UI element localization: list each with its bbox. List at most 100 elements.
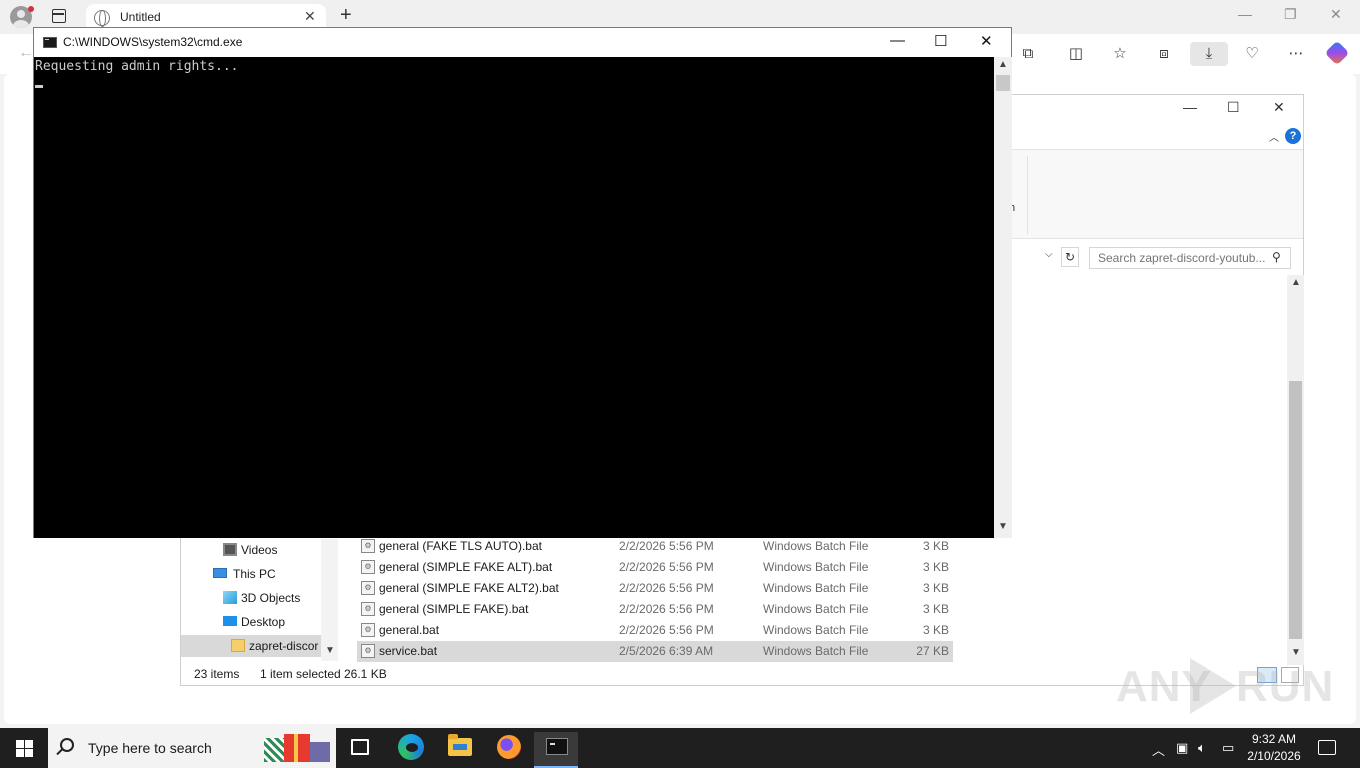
this-pc-icon bbox=[213, 568, 227, 578]
scroll-up-icon[interactable]: ▲ bbox=[1291, 277, 1301, 288]
split-screen-icon[interactable]: ◫ bbox=[1062, 42, 1090, 66]
scroll-thumb[interactable] bbox=[996, 75, 1010, 91]
nav-item-label: Videos bbox=[241, 543, 278, 557]
file-date: 2/2/2026 5:56 PM bbox=[619, 623, 714, 637]
nav-item-label: 3D Objects bbox=[241, 591, 301, 605]
cmd-console[interactable]: Requesting admin rights... bbox=[34, 57, 994, 538]
file-row-selected[interactable]: ⚙ service.bat 2/5/2026 6:39 AM Windows B… bbox=[357, 641, 953, 662]
cmd-icon bbox=[43, 37, 57, 48]
back-button[interactable]: ← bbox=[18, 44, 34, 62]
explorer-close-button[interactable]: ✕ bbox=[1273, 99, 1285, 116]
scroll-down-icon[interactable]: ▼ bbox=[325, 645, 335, 656]
watermark-right: RUN bbox=[1236, 662, 1335, 711]
favorites-icon[interactable]: ☆ bbox=[1106, 42, 1134, 66]
nav-item-videos[interactable]: Videos bbox=[181, 539, 321, 561]
videos-icon bbox=[223, 543, 237, 556]
extensions-icon[interactable]: ⧉ bbox=[1014, 42, 1042, 66]
file-row[interactable]: ⚙ general (SIMPLE FAKE ALT2).bat 2/2/202… bbox=[357, 578, 953, 599]
cmd-taskbar-icon[interactable] bbox=[546, 738, 568, 755]
taskbar-clock[interactable]: 9:32 AM 2/10/2026 bbox=[1236, 731, 1312, 765]
search-highlight-gifts-icon bbox=[262, 734, 332, 762]
file-date: 2/2/2026 5:56 PM bbox=[619, 560, 714, 574]
file-type: Windows Batch File bbox=[763, 623, 869, 637]
desktop-icon bbox=[223, 616, 237, 626]
file-type: Windows Batch File bbox=[763, 539, 869, 553]
cmd-scrollbar[interactable]: ▲ ▼ bbox=[994, 57, 1012, 538]
cmd-cursor bbox=[35, 85, 43, 88]
explorer-maximize-button[interactable]: ☐ bbox=[1227, 99, 1240, 116]
browser-essentials-icon[interactable]: ♡ bbox=[1238, 42, 1266, 66]
refresh-icon[interactable]: ↻ bbox=[1061, 247, 1079, 267]
file-type: Windows Batch File bbox=[763, 644, 869, 658]
scroll-thumb[interactable] bbox=[1289, 381, 1302, 639]
tab-actions-icon[interactable] bbox=[52, 9, 66, 23]
cmd-output: Requesting admin rights... bbox=[35, 59, 239, 74]
file-name: general.bat bbox=[379, 623, 440, 637]
collections-icon[interactable]: ⧈ bbox=[1150, 42, 1178, 66]
file-row[interactable]: ⚙ general (FAKE TLS AUTO).bat 2/2/2026 5… bbox=[357, 536, 953, 557]
cmd-minimize-button[interactable]: — bbox=[890, 32, 905, 49]
meet-now-icon[interactable]: ▣ bbox=[1176, 740, 1188, 756]
new-tab-button[interactable]: + bbox=[340, 4, 352, 27]
file-size: 3 KB bbox=[922, 602, 949, 616]
batch-file-icon: ⚙ bbox=[361, 623, 375, 637]
explorer-minimize-button[interactable]: — bbox=[1183, 99, 1197, 115]
nav-item-label: Desktop bbox=[241, 615, 286, 629]
file-explorer-taskbar-icon[interactable] bbox=[448, 734, 472, 756]
cmd-maximize-button[interactable]: ☐ bbox=[934, 32, 947, 50]
file-row[interactable]: ⚙ general (SIMPLE FAKE ALT).bat 2/2/2026… bbox=[357, 557, 953, 578]
search-icon bbox=[60, 738, 74, 752]
file-size: 3 KB bbox=[922, 581, 949, 595]
cmd-window: C:\WINDOWS\system32\cmd.exe — ☐ ✕ Reques… bbox=[33, 27, 1012, 538]
selection-count: 1 item selected bbox=[260, 667, 341, 681]
file-date: 2/5/2026 6:39 AM bbox=[619, 644, 714, 658]
chevron-up-icon[interactable]: ︿ bbox=[1152, 740, 1165, 759]
address-dropdown-icon[interactable]: ⌵ bbox=[1045, 249, 1053, 260]
windows-start-icon[interactable] bbox=[16, 740, 33, 757]
network-icon[interactable]: ▭ bbox=[1222, 740, 1234, 756]
notifications-icon[interactable] bbox=[1318, 740, 1336, 755]
file-row[interactable]: ⚙ general.bat 2/2/2026 5:56 PM Windows B… bbox=[357, 620, 953, 641]
file-date: 2/2/2026 5:56 PM bbox=[619, 581, 714, 595]
nav-item-zapret-folder[interactable]: zapret-discor bbox=[181, 635, 321, 657]
scroll-down-icon[interactable]: ▼ bbox=[998, 521, 1008, 532]
file-name: general (FAKE TLS AUTO).bat bbox=[379, 539, 542, 553]
content-scrollbar[interactable]: ▲ ▼ bbox=[1287, 275, 1304, 665]
nav-item-3d-objects[interactable]: 3D Objects bbox=[181, 587, 321, 609]
downloads-icon[interactable]: ⤓ bbox=[1190, 42, 1228, 66]
batch-file-icon: ⚙ bbox=[361, 560, 375, 574]
browser-restore-button[interactable]: ❐ bbox=[1284, 6, 1297, 23]
globe-icon bbox=[94, 10, 110, 27]
more-icon[interactable]: ⋯ bbox=[1282, 42, 1310, 66]
tab-title: Untitled bbox=[120, 10, 161, 24]
play-icon bbox=[1190, 658, 1236, 714]
browser-minimize-button[interactable]: — bbox=[1238, 6, 1252, 22]
batch-file-icon: ⚙ bbox=[361, 581, 375, 595]
edge-taskbar-icon[interactable] bbox=[398, 734, 424, 760]
browser-close-button[interactable]: ✕ bbox=[1330, 6, 1342, 23]
firefox-taskbar-icon[interactable] bbox=[497, 735, 521, 759]
item-count: 23 items bbox=[194, 667, 240, 681]
cmd-close-button[interactable]: ✕ bbox=[980, 32, 993, 50]
tab-close-icon[interactable]: ✕ bbox=[304, 8, 316, 25]
selection-size: 26.1 KB bbox=[344, 667, 387, 681]
task-view-icon[interactable] bbox=[351, 739, 369, 755]
clock-date: 2/10/2026 bbox=[1247, 749, 1301, 763]
file-size: 3 KB bbox=[922, 623, 949, 637]
batch-file-icon: ⚙ bbox=[361, 644, 375, 658]
explorer-search-input[interactable] bbox=[1090, 248, 1270, 268]
explorer-search[interactable]: ⚲ bbox=[1089, 247, 1291, 269]
nav-scrollbar[interactable]: ▼ bbox=[321, 539, 338, 661]
ribbon-collapse-icon[interactable]: ︿ bbox=[1269, 129, 1279, 144]
taskbar-search[interactable]: Type here to search bbox=[48, 728, 336, 768]
volume-icon[interactable]: 🔈︎ bbox=[1198, 740, 1206, 756]
file-row[interactable]: ⚙ general (SIMPLE FAKE).bat 2/2/2026 5:5… bbox=[357, 599, 953, 620]
cmd-titlebar[interactable]: C:\WINDOWS\system32\cmd.exe — ☐ ✕ bbox=[34, 28, 1011, 57]
3d-objects-icon bbox=[223, 591, 237, 604]
file-name: service.bat bbox=[379, 644, 438, 658]
help-icon[interactable]: ? bbox=[1285, 128, 1301, 144]
nav-item-desktop[interactable]: Desktop bbox=[181, 611, 321, 633]
scroll-up-icon[interactable]: ▲ bbox=[998, 59, 1008, 70]
nav-item-this-pc[interactable]: This PC bbox=[181, 563, 321, 585]
file-type: Windows Batch File bbox=[763, 560, 869, 574]
